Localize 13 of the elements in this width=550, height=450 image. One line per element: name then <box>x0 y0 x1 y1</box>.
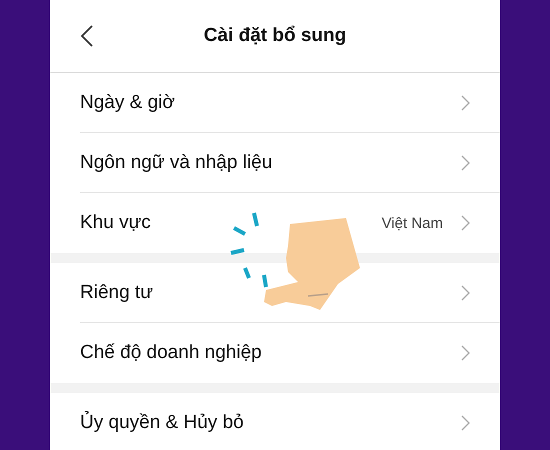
chevron-icon <box>461 154 470 170</box>
settings-row[interactable]: Ngày & giờ <box>80 73 500 133</box>
settings-row[interactable]: Ủy quyền & Hủy bỏ <box>80 393 500 450</box>
settings-row[interactable]: Ngôn ngữ và nhập liệu <box>80 133 500 193</box>
chevron-icon <box>461 345 470 361</box>
chevron-icon <box>461 94 470 110</box>
page-title: Cài đặt bổ sung <box>204 25 346 47</box>
chevron-icon <box>461 215 470 231</box>
settings-row[interactable]: Chế độ doanh nghiệp <box>80 323 500 383</box>
settings-row[interactable]: Khu vực Việt Nam <box>80 193 500 253</box>
back-button[interactable] <box>80 24 94 48</box>
chevron-icon <box>461 284 470 300</box>
chevron-icon <box>461 415 470 431</box>
